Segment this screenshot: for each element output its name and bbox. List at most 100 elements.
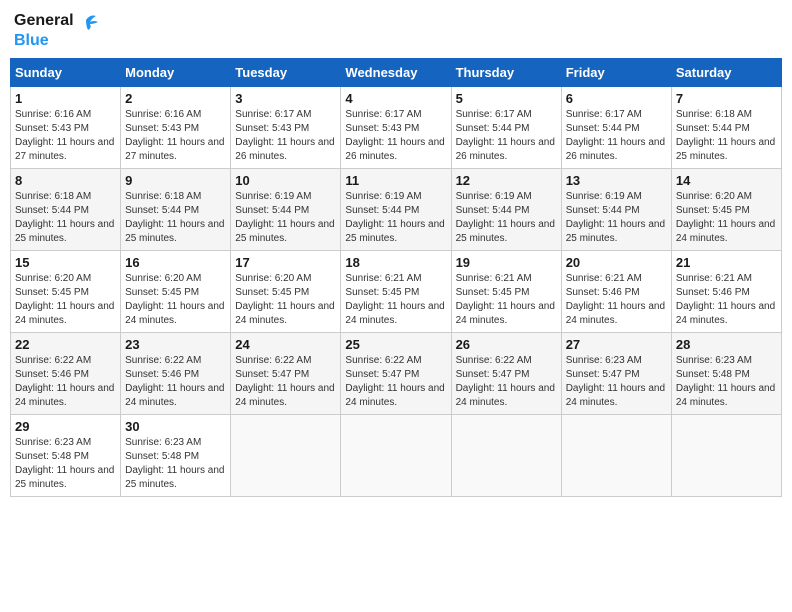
day-number: 15 <box>15 255 116 270</box>
day-number: 29 <box>15 419 116 434</box>
day-number: 24 <box>235 337 336 352</box>
day-info: Sunrise: 6:16 AM Sunset: 5:43 PM Dayligh… <box>125 108 226 164</box>
day-info: Sunrise: 6:23 AM Sunset: 5:48 PM Dayligh… <box>676 354 777 410</box>
calendar-cell: 6 Sunrise: 6:17 AM Sunset: 5:44 PM Dayli… <box>561 86 671 168</box>
day-info: Sunrise: 6:20 AM Sunset: 5:45 PM Dayligh… <box>235 272 336 328</box>
day-info: Sunrise: 6:22 AM Sunset: 5:47 PM Dayligh… <box>456 354 557 410</box>
calendar-cell <box>561 414 671 496</box>
day-info: Sunrise: 6:18 AM Sunset: 5:44 PM Dayligh… <box>125 190 226 246</box>
day-info: Sunrise: 6:18 AM Sunset: 5:44 PM Dayligh… <box>676 108 777 164</box>
day-number: 9 <box>125 173 226 188</box>
day-info: Sunrise: 6:17 AM Sunset: 5:44 PM Dayligh… <box>456 108 557 164</box>
day-info: Sunrise: 6:20 AM Sunset: 5:45 PM Dayligh… <box>15 272 116 328</box>
calendar-cell: 4 Sunrise: 6:17 AM Sunset: 5:43 PM Dayli… <box>341 86 451 168</box>
calendar-cell: 30 Sunrise: 6:23 AM Sunset: 5:48 PM Dayl… <box>121 414 231 496</box>
day-number: 8 <box>15 173 116 188</box>
day-number: 4 <box>345 91 446 106</box>
day-info: Sunrise: 6:23 AM Sunset: 5:47 PM Dayligh… <box>566 354 667 410</box>
day-number: 5 <box>456 91 557 106</box>
logo-bird-icon <box>76 10 98 32</box>
day-number: 21 <box>676 255 777 270</box>
calendar-week-row: 29 Sunrise: 6:23 AM Sunset: 5:48 PM Dayl… <box>11 414 782 496</box>
calendar-cell <box>231 414 341 496</box>
calendar-cell <box>341 414 451 496</box>
weekday-header: Sunday <box>11 58 121 86</box>
calendar-cell: 14 Sunrise: 6:20 AM Sunset: 5:45 PM Dayl… <box>671 168 781 250</box>
day-info: Sunrise: 6:19 AM Sunset: 5:44 PM Dayligh… <box>456 190 557 246</box>
calendar-cell <box>671 414 781 496</box>
calendar-cell: 15 Sunrise: 6:20 AM Sunset: 5:45 PM Dayl… <box>11 250 121 332</box>
day-info: Sunrise: 6:21 AM Sunset: 5:45 PM Dayligh… <box>456 272 557 328</box>
calendar-cell: 24 Sunrise: 6:22 AM Sunset: 5:47 PM Dayl… <box>231 332 341 414</box>
day-number: 20 <box>566 255 667 270</box>
calendar-cell: 16 Sunrise: 6:20 AM Sunset: 5:45 PM Dayl… <box>121 250 231 332</box>
calendar-cell: 2 Sunrise: 6:16 AM Sunset: 5:43 PM Dayli… <box>121 86 231 168</box>
day-number: 3 <box>235 91 336 106</box>
weekday-header: Wednesday <box>341 58 451 86</box>
calendar-cell: 8 Sunrise: 6:18 AM Sunset: 5:44 PM Dayli… <box>11 168 121 250</box>
day-number: 28 <box>676 337 777 352</box>
day-number: 11 <box>345 173 446 188</box>
calendar-cell: 25 Sunrise: 6:22 AM Sunset: 5:47 PM Dayl… <box>341 332 451 414</box>
day-number: 12 <box>456 173 557 188</box>
day-info: Sunrise: 6:21 AM Sunset: 5:46 PM Dayligh… <box>566 272 667 328</box>
day-number: 6 <box>566 91 667 106</box>
calendar-cell: 7 Sunrise: 6:18 AM Sunset: 5:44 PM Dayli… <box>671 86 781 168</box>
day-info: Sunrise: 6:19 AM Sunset: 5:44 PM Dayligh… <box>235 190 336 246</box>
day-number: 26 <box>456 337 557 352</box>
calendar-cell: 22 Sunrise: 6:22 AM Sunset: 5:46 PM Dayl… <box>11 332 121 414</box>
calendar-cell: 17 Sunrise: 6:20 AM Sunset: 5:45 PM Dayl… <box>231 250 341 332</box>
day-info: Sunrise: 6:19 AM Sunset: 5:44 PM Dayligh… <box>566 190 667 246</box>
calendar-cell: 28 Sunrise: 6:23 AM Sunset: 5:48 PM Dayl… <box>671 332 781 414</box>
day-number: 17 <box>235 255 336 270</box>
day-number: 19 <box>456 255 557 270</box>
calendar-cell: 11 Sunrise: 6:19 AM Sunset: 5:44 PM Dayl… <box>341 168 451 250</box>
weekday-header: Friday <box>561 58 671 86</box>
calendar-cell: 19 Sunrise: 6:21 AM Sunset: 5:45 PM Dayl… <box>451 250 561 332</box>
calendar-week-row: 15 Sunrise: 6:20 AM Sunset: 5:45 PM Dayl… <box>11 250 782 332</box>
calendar-cell: 3 Sunrise: 6:17 AM Sunset: 5:43 PM Dayli… <box>231 86 341 168</box>
day-info: Sunrise: 6:20 AM Sunset: 5:45 PM Dayligh… <box>676 190 777 246</box>
calendar-cell: 26 Sunrise: 6:22 AM Sunset: 5:47 PM Dayl… <box>451 332 561 414</box>
day-info: Sunrise: 6:16 AM Sunset: 5:43 PM Dayligh… <box>15 108 116 164</box>
weekday-header: Saturday <box>671 58 781 86</box>
calendar-cell: 9 Sunrise: 6:18 AM Sunset: 5:44 PM Dayli… <box>121 168 231 250</box>
calendar-week-row: 1 Sunrise: 6:16 AM Sunset: 5:43 PM Dayli… <box>11 86 782 168</box>
day-info: Sunrise: 6:18 AM Sunset: 5:44 PM Dayligh… <box>15 190 116 246</box>
calendar-week-row: 22 Sunrise: 6:22 AM Sunset: 5:46 PM Dayl… <box>11 332 782 414</box>
weekday-header: Thursday <box>451 58 561 86</box>
day-info: Sunrise: 6:21 AM Sunset: 5:45 PM Dayligh… <box>345 272 446 328</box>
logo-text-general: General <box>14 12 74 30</box>
weekday-header: Tuesday <box>231 58 341 86</box>
weekday-header: Monday <box>121 58 231 86</box>
day-number: 25 <box>345 337 446 352</box>
day-info: Sunrise: 6:17 AM Sunset: 5:43 PM Dayligh… <box>345 108 446 164</box>
calendar-table: SundayMondayTuesdayWednesdayThursdayFrid… <box>10 58 782 497</box>
calendar-cell: 23 Sunrise: 6:22 AM Sunset: 5:46 PM Dayl… <box>121 332 231 414</box>
calendar-cell: 20 Sunrise: 6:21 AM Sunset: 5:46 PM Dayl… <box>561 250 671 332</box>
calendar-header-row: SundayMondayTuesdayWednesdayThursdayFrid… <box>11 58 782 86</box>
day-number: 16 <box>125 255 226 270</box>
calendar-cell: 1 Sunrise: 6:16 AM Sunset: 5:43 PM Dayli… <box>11 86 121 168</box>
day-info: Sunrise: 6:22 AM Sunset: 5:47 PM Dayligh… <box>345 354 446 410</box>
day-info: Sunrise: 6:22 AM Sunset: 5:47 PM Dayligh… <box>235 354 336 410</box>
day-number: 7 <box>676 91 777 106</box>
day-number: 30 <box>125 419 226 434</box>
calendar-cell: 29 Sunrise: 6:23 AM Sunset: 5:48 PM Dayl… <box>11 414 121 496</box>
day-number: 14 <box>676 173 777 188</box>
day-info: Sunrise: 6:22 AM Sunset: 5:46 PM Dayligh… <box>125 354 226 410</box>
day-number: 10 <box>235 173 336 188</box>
calendar-cell: 27 Sunrise: 6:23 AM Sunset: 5:47 PM Dayl… <box>561 332 671 414</box>
calendar-cell: 18 Sunrise: 6:21 AM Sunset: 5:45 PM Dayl… <box>341 250 451 332</box>
page-header: General Blue <box>10 10 782 50</box>
calendar-week-row: 8 Sunrise: 6:18 AM Sunset: 5:44 PM Dayli… <box>11 168 782 250</box>
day-info: Sunrise: 6:23 AM Sunset: 5:48 PM Dayligh… <box>15 436 116 492</box>
day-info: Sunrise: 6:17 AM Sunset: 5:44 PM Dayligh… <box>566 108 667 164</box>
day-info: Sunrise: 6:17 AM Sunset: 5:43 PM Dayligh… <box>235 108 336 164</box>
day-number: 22 <box>15 337 116 352</box>
calendar-cell: 5 Sunrise: 6:17 AM Sunset: 5:44 PM Dayli… <box>451 86 561 168</box>
day-number: 27 <box>566 337 667 352</box>
day-info: Sunrise: 6:21 AM Sunset: 5:46 PM Dayligh… <box>676 272 777 328</box>
day-number: 2 <box>125 91 226 106</box>
logo-text-blue: Blue <box>14 32 98 50</box>
